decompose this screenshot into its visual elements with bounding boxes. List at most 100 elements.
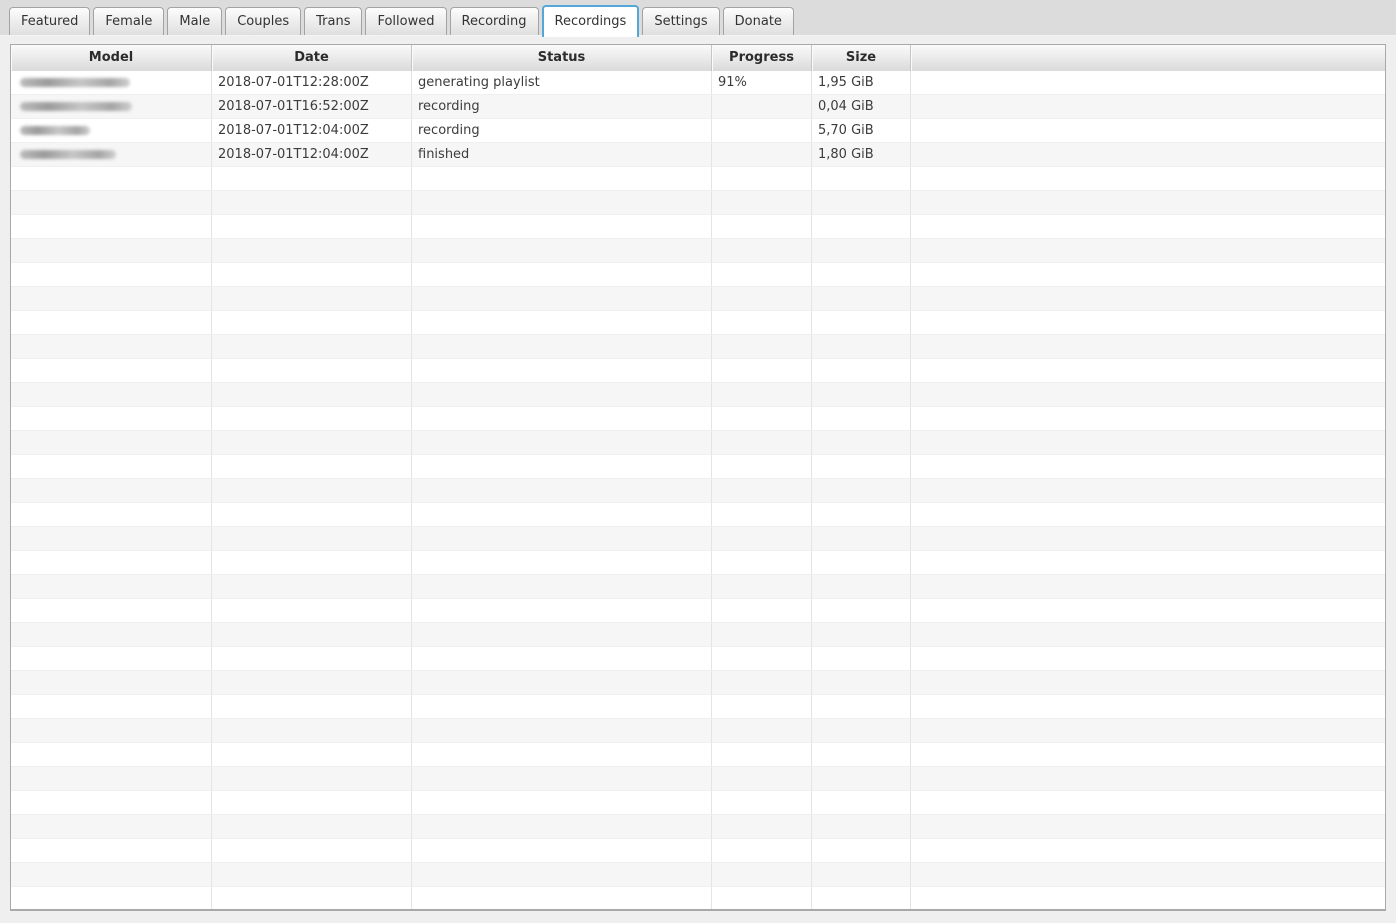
table-row[interactable]: 2018-07-01T12:04:00Z finished 1,80 GiB <box>11 143 1385 167</box>
cell-model <box>11 215 212 238</box>
cell-fill <box>911 647 1385 670</box>
cell-model <box>11 143 212 166</box>
cell-model <box>11 743 212 766</box>
cell-size <box>812 287 911 310</box>
tab-featured[interactable]: Featured <box>9 7 91 35</box>
cell-size <box>812 599 911 622</box>
cell-date <box>212 335 412 358</box>
cell-date <box>212 743 412 766</box>
column-header-model[interactable]: Model <box>11 45 212 71</box>
cell-progress <box>712 383 812 406</box>
cell-progress <box>712 791 812 814</box>
tab-bar: Featured Female Male Couples Trans Followed Re… <box>0 0 1396 37</box>
tab-couples[interactable]: Couples <box>225 7 302 35</box>
cell-fill <box>911 335 1385 358</box>
cell-progress <box>712 359 812 382</box>
tab-male[interactable]: Male <box>167 7 223 35</box>
cell-progress <box>712 623 812 646</box>
tab-donate[interactable]: Donate <box>722 7 794 35</box>
table-row-empty <box>11 863 1385 887</box>
cell-status <box>412 599 712 622</box>
cell-status <box>412 263 712 286</box>
table-row-empty <box>11 599 1385 623</box>
cell-status <box>412 239 712 262</box>
cell-date <box>212 815 412 838</box>
cell-size: 1,95 GiB <box>812 71 911 94</box>
cell-status: recording <box>412 95 712 118</box>
column-header-progress[interactable]: Progress <box>712 45 812 71</box>
cell-progress <box>712 455 812 478</box>
table-row-empty <box>11 407 1385 431</box>
cell-date <box>212 359 412 382</box>
table-body: 2018-07-01T12:28:00Z generating playlist 9… <box>11 71 1385 909</box>
cell-date <box>212 455 412 478</box>
cell-size: 5,70 GiB <box>812 119 911 142</box>
tab-settings[interactable]: Settings <box>642 7 720 35</box>
table-row-empty <box>11 839 1385 863</box>
cell-status <box>412 431 712 454</box>
cell-size <box>812 671 911 694</box>
column-header-size[interactable]: Size <box>812 45 911 71</box>
cell-model <box>11 647 212 670</box>
cell-date <box>212 479 412 502</box>
table-row-empty <box>11 887 1385 909</box>
cell-model <box>11 335 212 358</box>
cell-fill <box>911 359 1385 382</box>
table-row-empty <box>11 575 1385 599</box>
cell-date <box>212 767 412 790</box>
cell-date <box>212 407 412 430</box>
cell-fill <box>911 191 1385 214</box>
table-row[interactable]: 2018-07-01T16:52:00Z recording 0,04 GiB <box>11 95 1385 119</box>
cell-fill <box>911 503 1385 526</box>
cell-date <box>212 887 412 909</box>
cell-size <box>812 455 911 478</box>
cell-size <box>812 839 911 862</box>
cell-status <box>412 455 712 478</box>
cell-progress <box>712 143 812 166</box>
tab-recording[interactable]: Recording <box>449 7 539 35</box>
column-header-date[interactable]: Date <box>212 45 412 71</box>
cell-model <box>11 863 212 886</box>
cell-fill <box>911 383 1385 406</box>
cell-model <box>11 815 212 838</box>
cell-size <box>812 647 911 670</box>
cell-progress <box>712 863 812 886</box>
cell-size <box>812 359 911 382</box>
tab-trans[interactable]: Trans <box>304 7 363 35</box>
cell-date: 2018-07-01T12:04:00Z <box>212 119 412 142</box>
table-row-empty <box>11 359 1385 383</box>
cell-progress <box>712 191 812 214</box>
cell-model <box>11 503 212 526</box>
cell-size <box>812 695 911 718</box>
column-header-status[interactable]: Status <box>412 45 712 71</box>
tab-recordings[interactable]: Recordings <box>541 5 640 37</box>
cell-model <box>11 119 212 142</box>
cell-model <box>11 671 212 694</box>
table-row-empty <box>11 623 1385 647</box>
table-row-empty <box>11 215 1385 239</box>
tab-female[interactable]: Female <box>93 7 165 35</box>
cell-size <box>812 791 911 814</box>
cell-model <box>11 479 212 502</box>
cell-model <box>11 575 212 598</box>
cell-status <box>412 287 712 310</box>
cell-date <box>212 551 412 574</box>
cell-date <box>212 839 412 862</box>
cell-size <box>812 479 911 502</box>
cell-status <box>412 647 712 670</box>
cell-fill <box>911 767 1385 790</box>
table-row-empty <box>11 383 1385 407</box>
cell-fill <box>911 623 1385 646</box>
cell-status <box>412 407 712 430</box>
cell-status <box>412 479 712 502</box>
cell-progress <box>712 719 812 742</box>
table-row-empty <box>11 791 1385 815</box>
cell-fill <box>911 215 1385 238</box>
cell-status <box>412 551 712 574</box>
cell-size <box>812 503 911 526</box>
tab-followed[interactable]: Followed <box>365 7 447 35</box>
cell-size <box>812 215 911 238</box>
table-row-empty <box>11 431 1385 455</box>
table-row[interactable]: 2018-07-01T12:04:00Z recording 5,70 GiB <box>11 119 1385 143</box>
table-row[interactable]: 2018-07-01T12:28:00Z generating playlist 9… <box>11 71 1385 95</box>
